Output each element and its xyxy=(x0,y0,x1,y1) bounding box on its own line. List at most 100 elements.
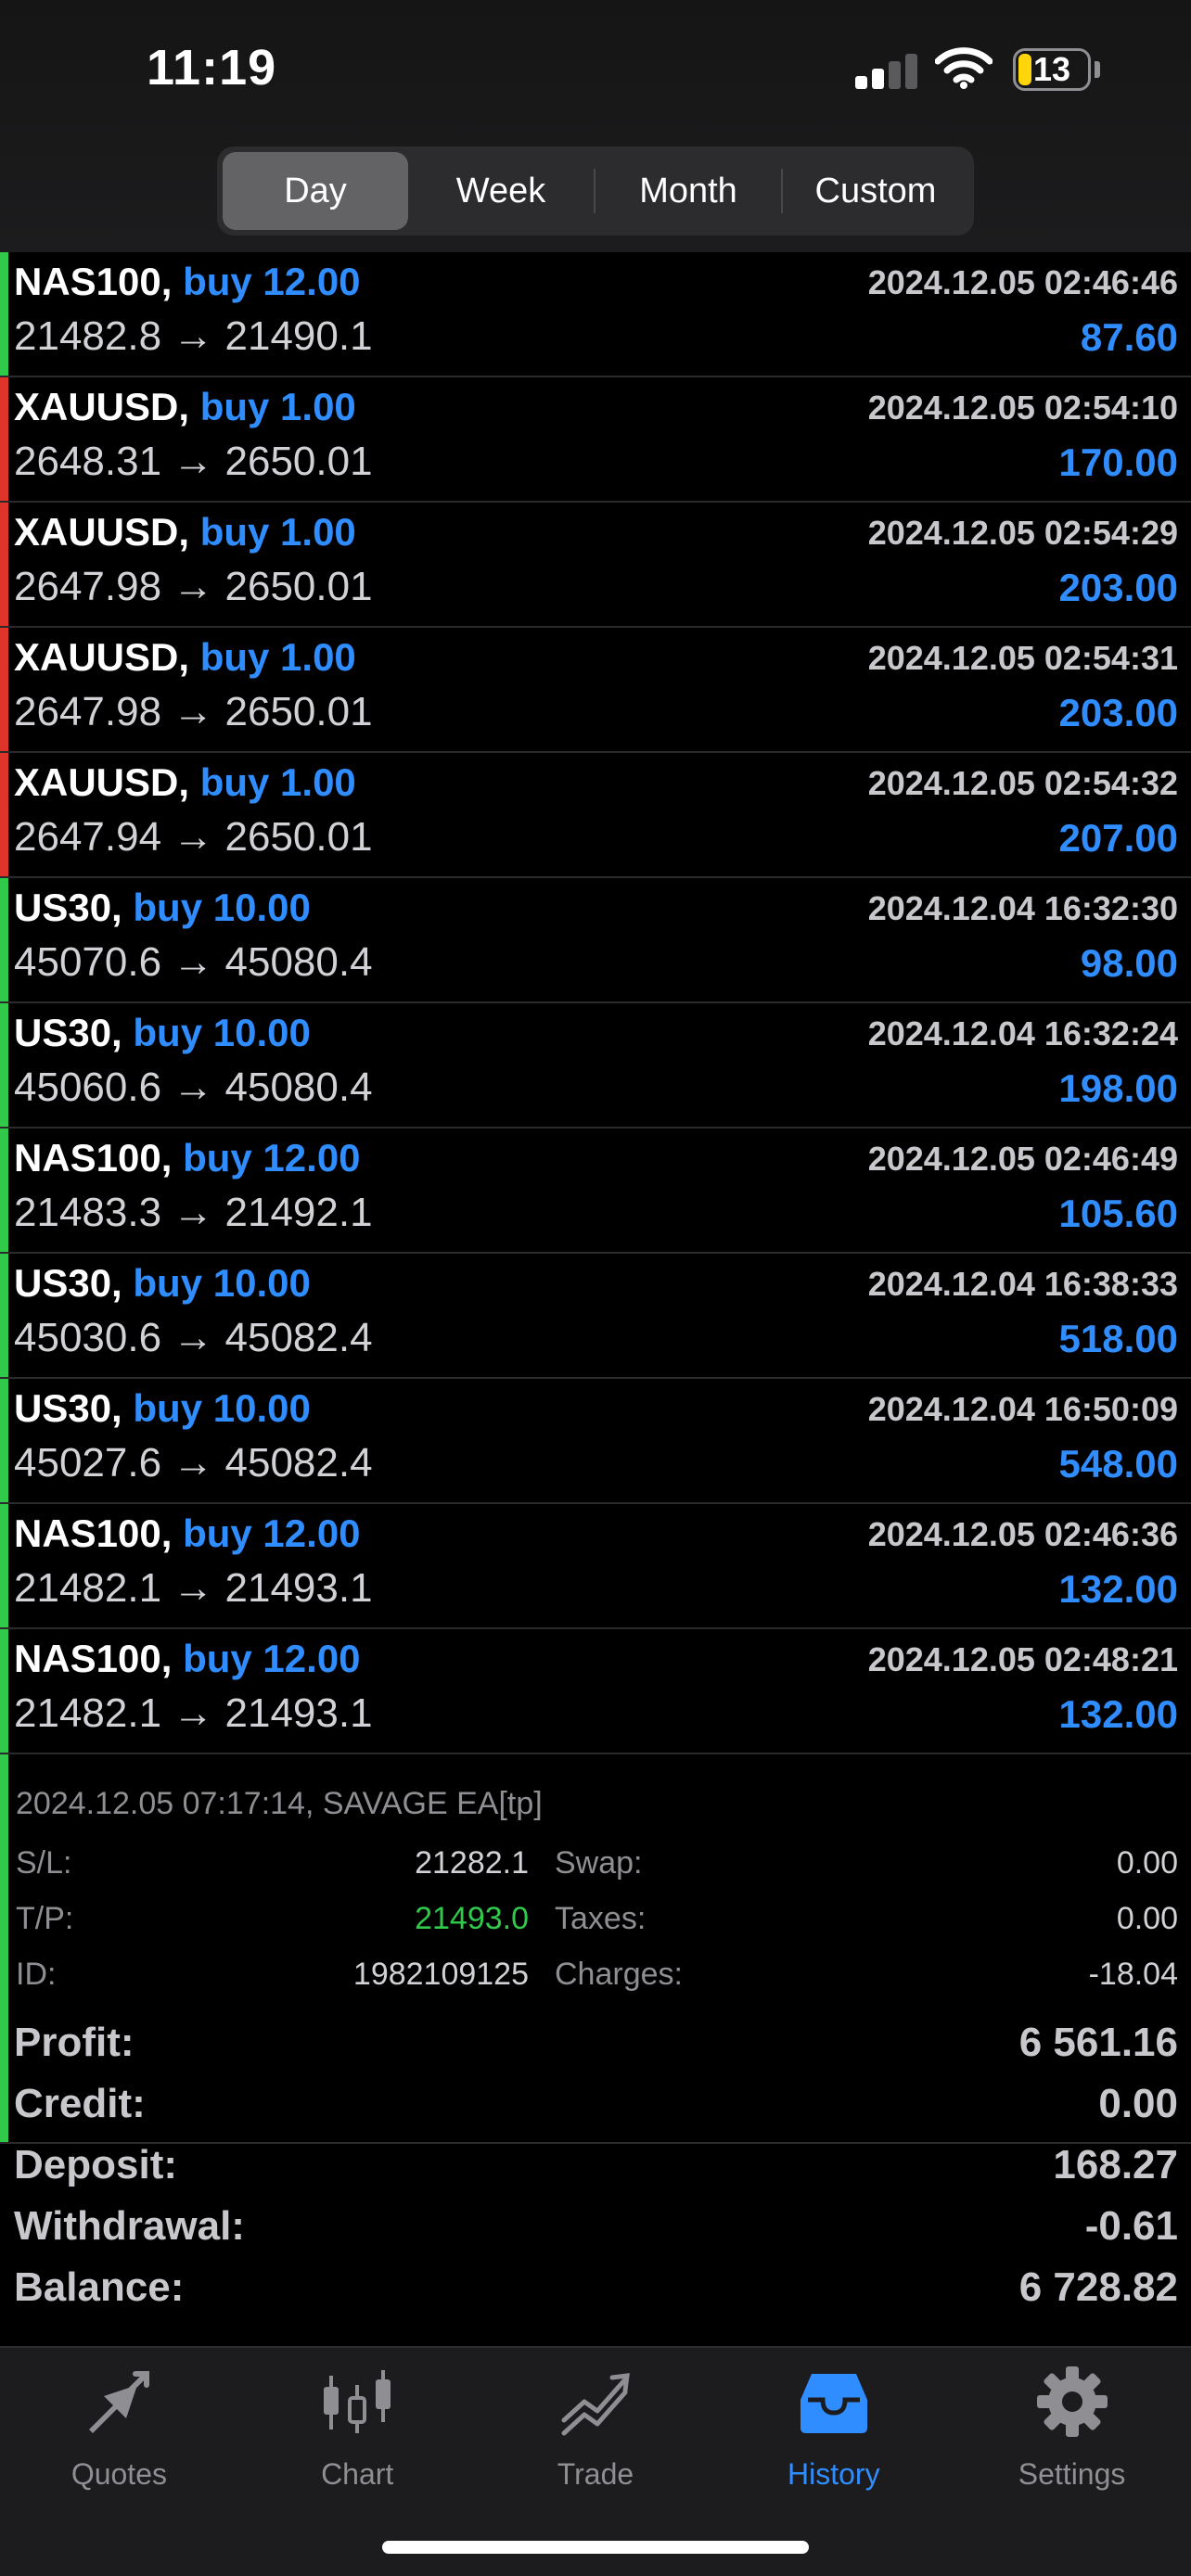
trade-row[interactable]: NAS100, buy 12.00 2024.12.05 02:46:36 2148… xyxy=(0,1504,1191,1629)
summary-value: -0.61 xyxy=(1084,2203,1178,2249)
trade-symbol-line: US30, buy 10.00 xyxy=(14,1011,311,1055)
trade-symbol: XAUUSD, xyxy=(14,510,190,554)
history-icon xyxy=(800,2374,867,2433)
tab-history-label: History xyxy=(788,2457,880,2491)
trade-profit: 518.00 xyxy=(1058,1317,1178,1360)
period-segmented-control: Day Week Month Custom xyxy=(217,147,974,236)
tab-month[interactable]: Month xyxy=(596,152,781,230)
trade-symbol-line: NAS100, buy 12.00 xyxy=(14,1511,361,1556)
trade-row[interactable]: XAUUSD, buy 1.00 2024.12.05 02:54:32 2647.… xyxy=(0,753,1191,878)
trade-symbol-line: XAUUSD, buy 1.00 xyxy=(14,760,356,805)
trade-row[interactable]: NAS100, buy 12.00 2024.12.05 02:46:49 2148… xyxy=(0,1129,1191,1254)
home-indicator xyxy=(382,2541,809,2554)
trade-row[interactable]: XAUUSD, buy 1.00 2024.12.05 02:54:29 2647.… xyxy=(0,503,1191,628)
trade-side-volume: buy 12.00 xyxy=(183,1511,361,1555)
trade-side-volume: buy 1.00 xyxy=(199,635,356,679)
trade-side-volume: buy 10.00 xyxy=(133,1261,311,1305)
loss-marker xyxy=(0,753,8,876)
trade-symbol: XAUUSD, xyxy=(14,760,190,804)
trade-side-volume: buy 12.00 xyxy=(183,1637,361,1680)
loss-marker xyxy=(0,628,8,751)
trade-row[interactable]: US30, buy 10.00 2024.12.04 16:32:24 45060.… xyxy=(0,1003,1191,1129)
trade-profit: 132.00 xyxy=(1058,1692,1178,1736)
trade-prices: 45027.6 → 45082.4 xyxy=(14,1440,373,1486)
trade-row[interactable]: US30, buy 10.00 2024.12.04 16:32:30 45070.… xyxy=(0,878,1191,1003)
summary-value: 168.27 xyxy=(1053,2142,1178,2187)
trade-symbol-line: US30, buy 10.00 xyxy=(14,1261,311,1306)
trade-prices: 21483.3 → 21492.1 xyxy=(14,1190,373,1235)
trade-symbol: NAS100, xyxy=(14,260,173,303)
summary-value: 0.00 xyxy=(1098,2081,1178,2126)
tab-quotes-label: Quotes xyxy=(70,2457,167,2491)
trade-time: 2024.12.04 16:32:24 xyxy=(867,1014,1178,1052)
trade-symbol-line: US30, buy 10.00 xyxy=(14,886,311,930)
trade-row[interactable]: US30, buy 10.00 2024.12.04 16:38:33 45030.… xyxy=(0,1254,1191,1379)
profit-marker xyxy=(0,1003,8,1127)
trade-row[interactable]: XAUUSD, buy 1.00 2024.12.05 02:54:31 2647.… xyxy=(0,628,1191,753)
gear-icon xyxy=(1036,2366,1108,2437)
account-summary: Profit: 6 561.16 Credit: 0.00 Deposit: 168.27… xyxy=(0,2010,1191,2316)
trade-side-volume: buy 10.00 xyxy=(133,886,311,929)
trade-symbol: NAS100, xyxy=(14,1637,173,1680)
summary-value: 6 561.16 xyxy=(1018,2020,1178,2065)
profit-marker xyxy=(0,252,8,376)
trade-profit: 105.60 xyxy=(1058,1192,1178,1235)
trade-symbol: US30, xyxy=(14,1386,122,1430)
trade-prices: 2648.31 → 2650.01 xyxy=(14,439,373,484)
trade-side-volume: buy 10.00 xyxy=(133,1386,311,1430)
id-label: ID: xyxy=(16,1957,57,1992)
trade-symbol: US30, xyxy=(14,1261,122,1305)
tab-quotes[interactable]: Quotes xyxy=(0,2348,238,2576)
trade-icon xyxy=(561,2373,630,2436)
header: 11:19 13 Day Week Month Custom xyxy=(0,0,1191,252)
summary-row: Credit: 0.00 xyxy=(0,2072,1191,2133)
tab-settings[interactable]: Settings xyxy=(953,2348,1191,2576)
trade-profit: 548.00 xyxy=(1058,1442,1178,1486)
tab-settings-label: Settings xyxy=(1018,2457,1126,2491)
trade-prices: 2647.94 → 2650.01 xyxy=(14,814,373,860)
trade-row[interactable]: NAS100, buy 12.00 2024.12.05 02:48:21 2148… xyxy=(0,1629,1191,1754)
trade-profit: 87.60 xyxy=(1080,315,1178,359)
trade-prices: 21482.8 → 21490.1 xyxy=(14,313,373,359)
trade-side-volume: buy 1.00 xyxy=(199,510,356,554)
loss-marker xyxy=(0,503,8,626)
trade-symbol-line: NAS100, buy 12.00 xyxy=(14,1136,361,1180)
trade-symbol-line: XAUUSD, buy 1.00 xyxy=(14,635,356,680)
trade-profit: 198.00 xyxy=(1058,1066,1178,1110)
summary-row: Balance: 6 728.82 xyxy=(0,2255,1191,2316)
tp-value: 21493.0 xyxy=(415,1901,529,1936)
sl-value: 21282.1 xyxy=(415,1845,529,1881)
tab-custom[interactable]: Custom xyxy=(783,152,968,230)
trade-row[interactable]: US30, buy 10.00 2024.12.04 16:50:09 45027.… xyxy=(0,1379,1191,1504)
trade-profit: 98.00 xyxy=(1080,941,1178,985)
sl-label: S/L: xyxy=(16,1845,72,1881)
trade-profit: 170.00 xyxy=(1058,440,1178,484)
trade-time: 2024.12.05 02:54:29 xyxy=(867,514,1178,552)
trade-time: 2024.12.05 02:46:46 xyxy=(867,263,1178,301)
swap-label: Swap: xyxy=(555,1845,643,1881)
trade-profit: 132.00 xyxy=(1058,1567,1178,1611)
trade-profit: 203.00 xyxy=(1058,566,1178,609)
trade-symbol: US30, xyxy=(14,886,122,929)
trade-row[interactable]: XAUUSD, buy 1.00 2024.12.05 02:54:10 2648.… xyxy=(0,377,1191,503)
battery-level: 13 xyxy=(1032,50,1071,88)
trade-time: 2024.12.04 16:32:30 xyxy=(867,889,1178,927)
trade-row[interactable]: NAS100, buy 12.00 2024.12.05 02:46:46 2148… xyxy=(0,252,1191,377)
summary-label: Profit: xyxy=(14,2020,134,2065)
profit-marker xyxy=(0,1379,8,1502)
charges-value: -18.04 xyxy=(1088,1957,1178,1992)
summary-label: Withdrawal: xyxy=(14,2203,245,2249)
trades-list: NAS100, buy 12.00 2024.12.05 02:46:46 2148… xyxy=(0,252,1191,2144)
tab-day[interactable]: Day xyxy=(223,152,408,230)
profit-marker xyxy=(0,878,8,1001)
trade-prices: 21482.1 → 21493.1 xyxy=(14,1565,373,1611)
trade-prices: 45030.6 → 45082.4 xyxy=(14,1315,373,1360)
trade-time: 2024.12.05 02:46:36 xyxy=(867,1515,1178,1553)
trade-side-volume: buy 10.00 xyxy=(133,1011,311,1054)
trade-prices: 45070.6 → 45080.4 xyxy=(14,939,373,985)
trade-symbol-line: XAUUSD, buy 1.00 xyxy=(14,510,356,555)
tab-chart-label: Chart xyxy=(321,2457,394,2491)
tab-week[interactable]: Week xyxy=(408,152,594,230)
profit-marker xyxy=(0,1254,8,1377)
trade-time: 2024.12.05 02:46:49 xyxy=(867,1140,1178,1178)
